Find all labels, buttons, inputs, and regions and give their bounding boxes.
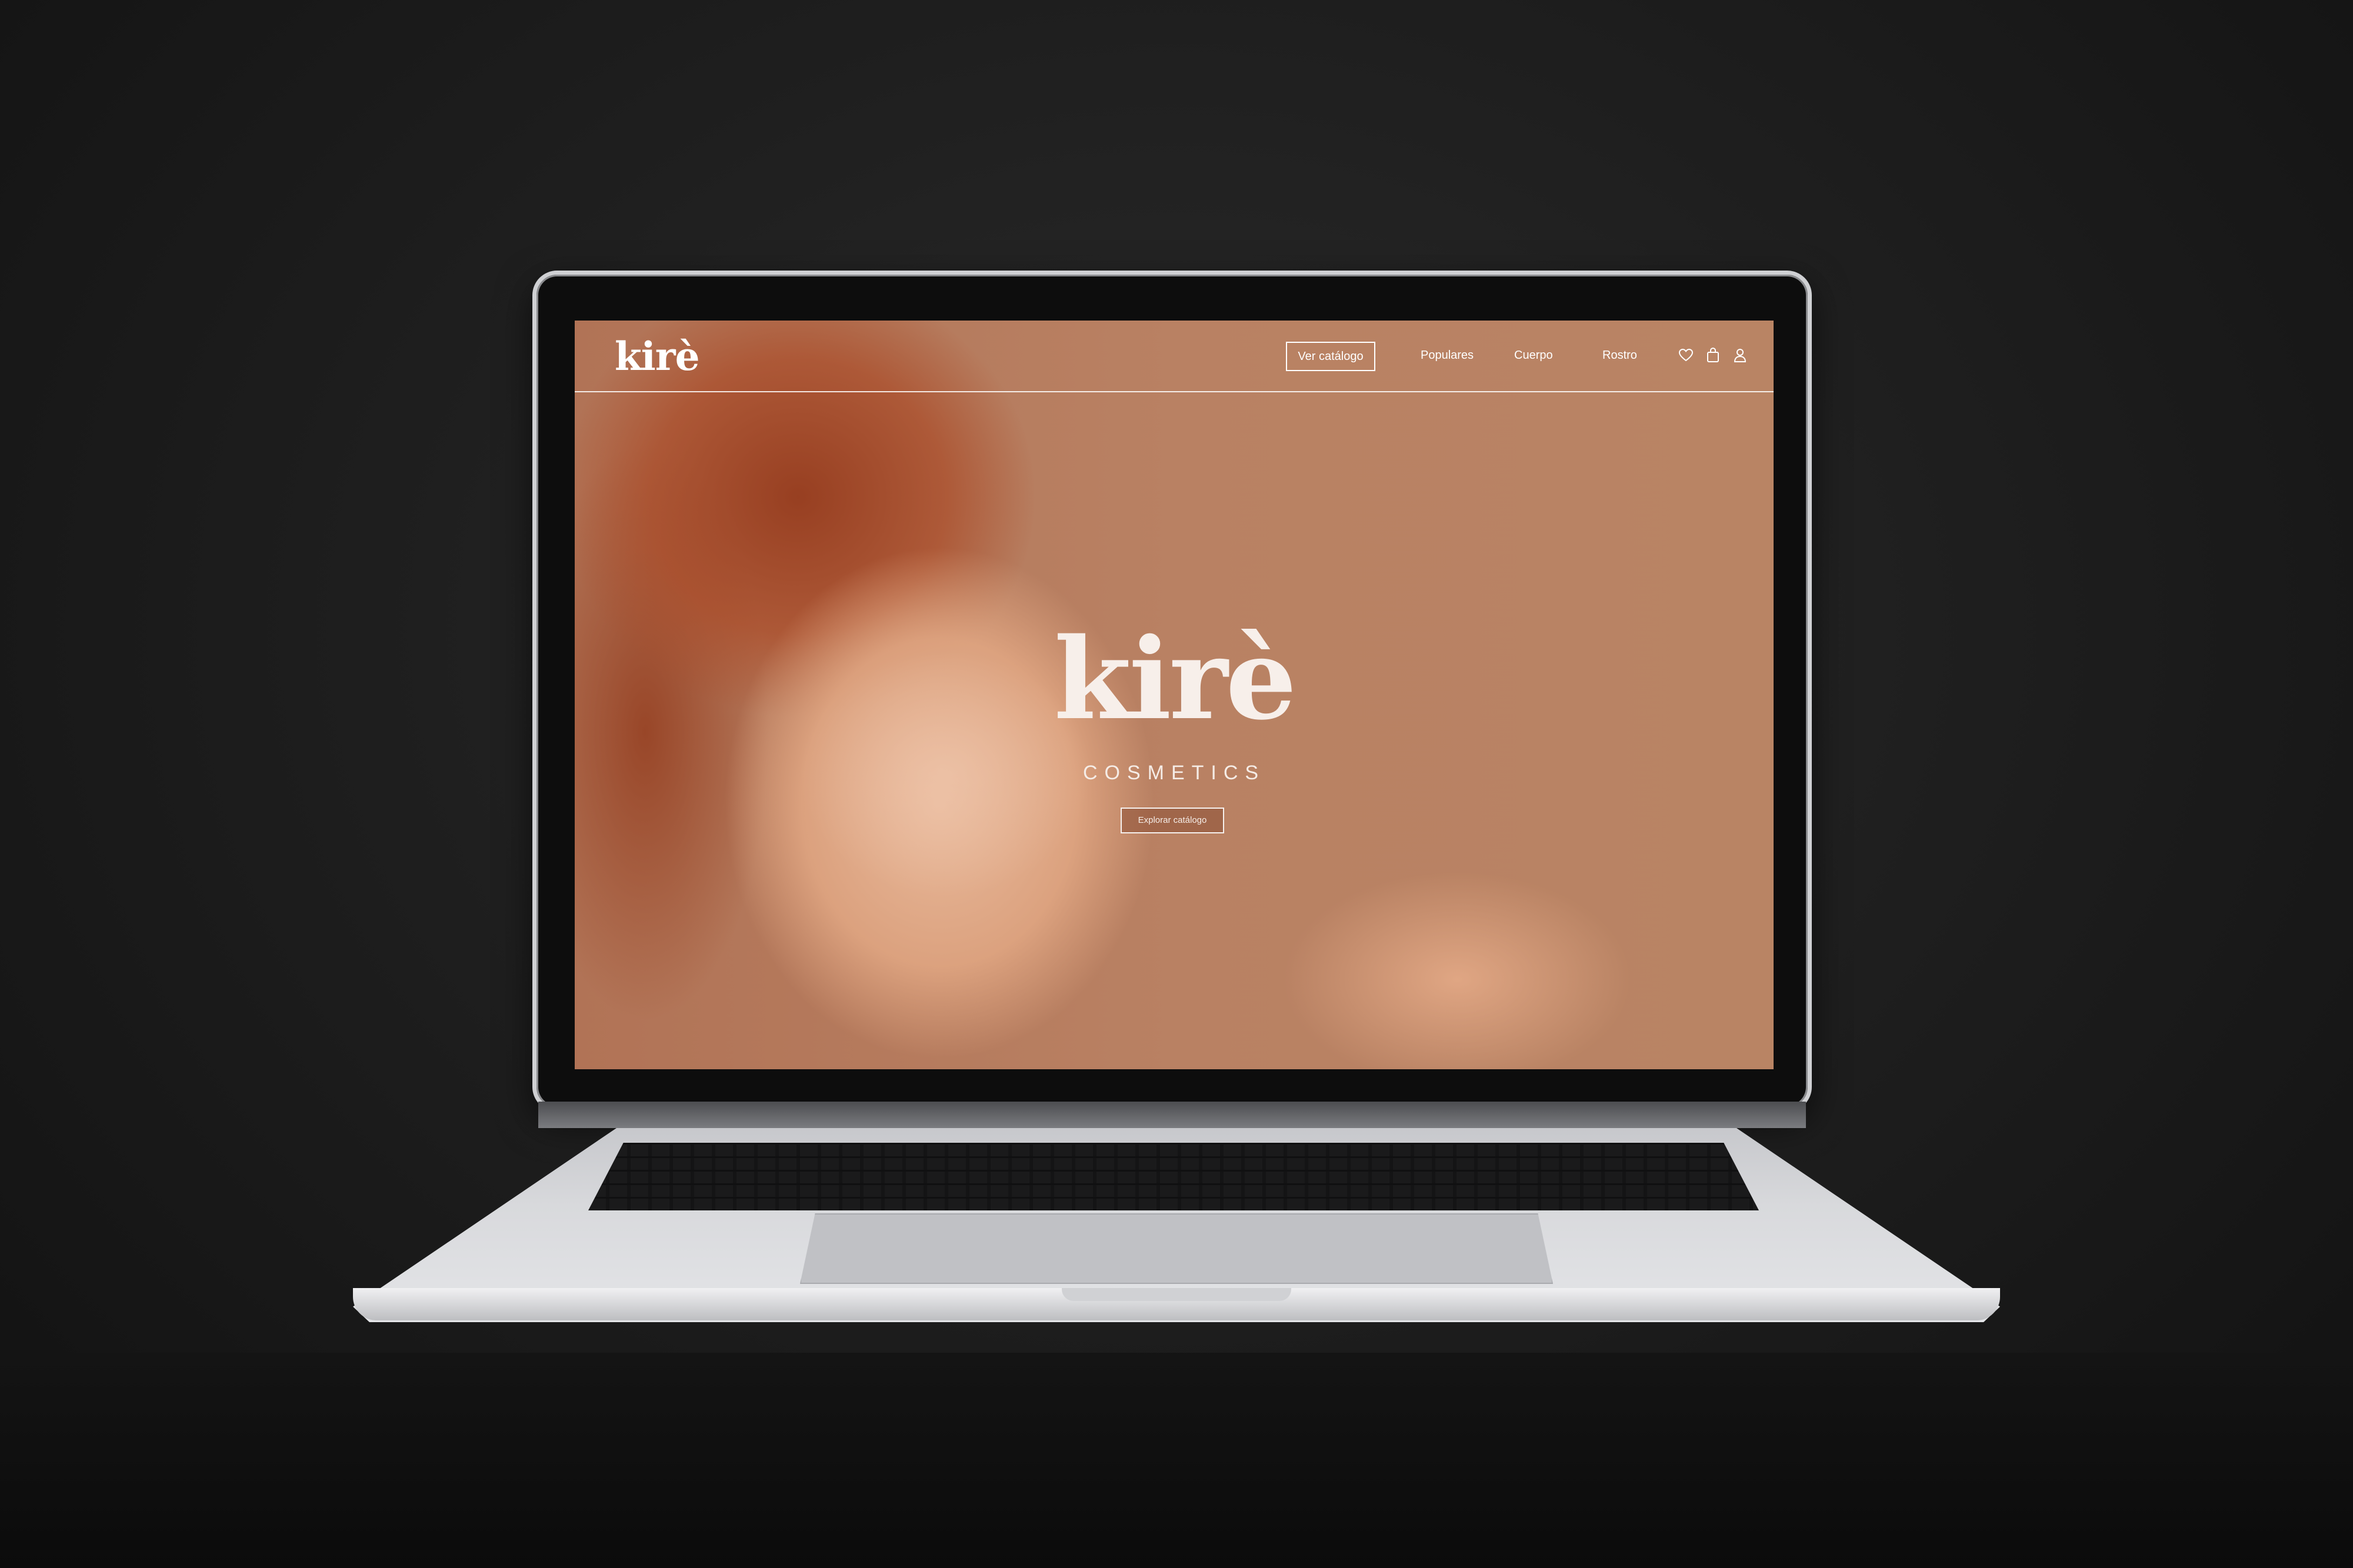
site-logo[interactable]: kirè	[615, 333, 700, 379]
hero-brand-subtitle: COSMETICS	[1082, 762, 1266, 784]
laptop-trackpad	[800, 1213, 1553, 1284]
top-navigation: kirè Ver catálogo Populares Cuerpo Rostr…	[575, 321, 1774, 392]
heart-icon[interactable]	[1678, 348, 1694, 363]
laptop-screen: kirè Ver catálogo Populares Cuerpo Rostr…	[575, 321, 1774, 1069]
shopping-bag-icon[interactable]	[1705, 348, 1721, 363]
nav-link-populares[interactable]: Populares	[1421, 349, 1474, 362]
user-icon[interactable]	[1732, 348, 1748, 363]
explore-catalog-button[interactable]: Explorar catálogo	[1121, 808, 1224, 833]
nav-link-cuerpo[interactable]: Cuerpo	[1514, 349, 1553, 362]
catalog-button[interactable]: Ver catálogo	[1286, 342, 1375, 371]
nav-link-rostro[interactable]: Rostro	[1602, 349, 1637, 362]
hero-brand-title: kirè	[1054, 613, 1297, 745]
backdrop-floor	[0, 1353, 2353, 1568]
laptop-hinge	[538, 1102, 1806, 1128]
laptop-notch	[1062, 1288, 1291, 1301]
laptop-keyboard	[588, 1143, 1759, 1210]
